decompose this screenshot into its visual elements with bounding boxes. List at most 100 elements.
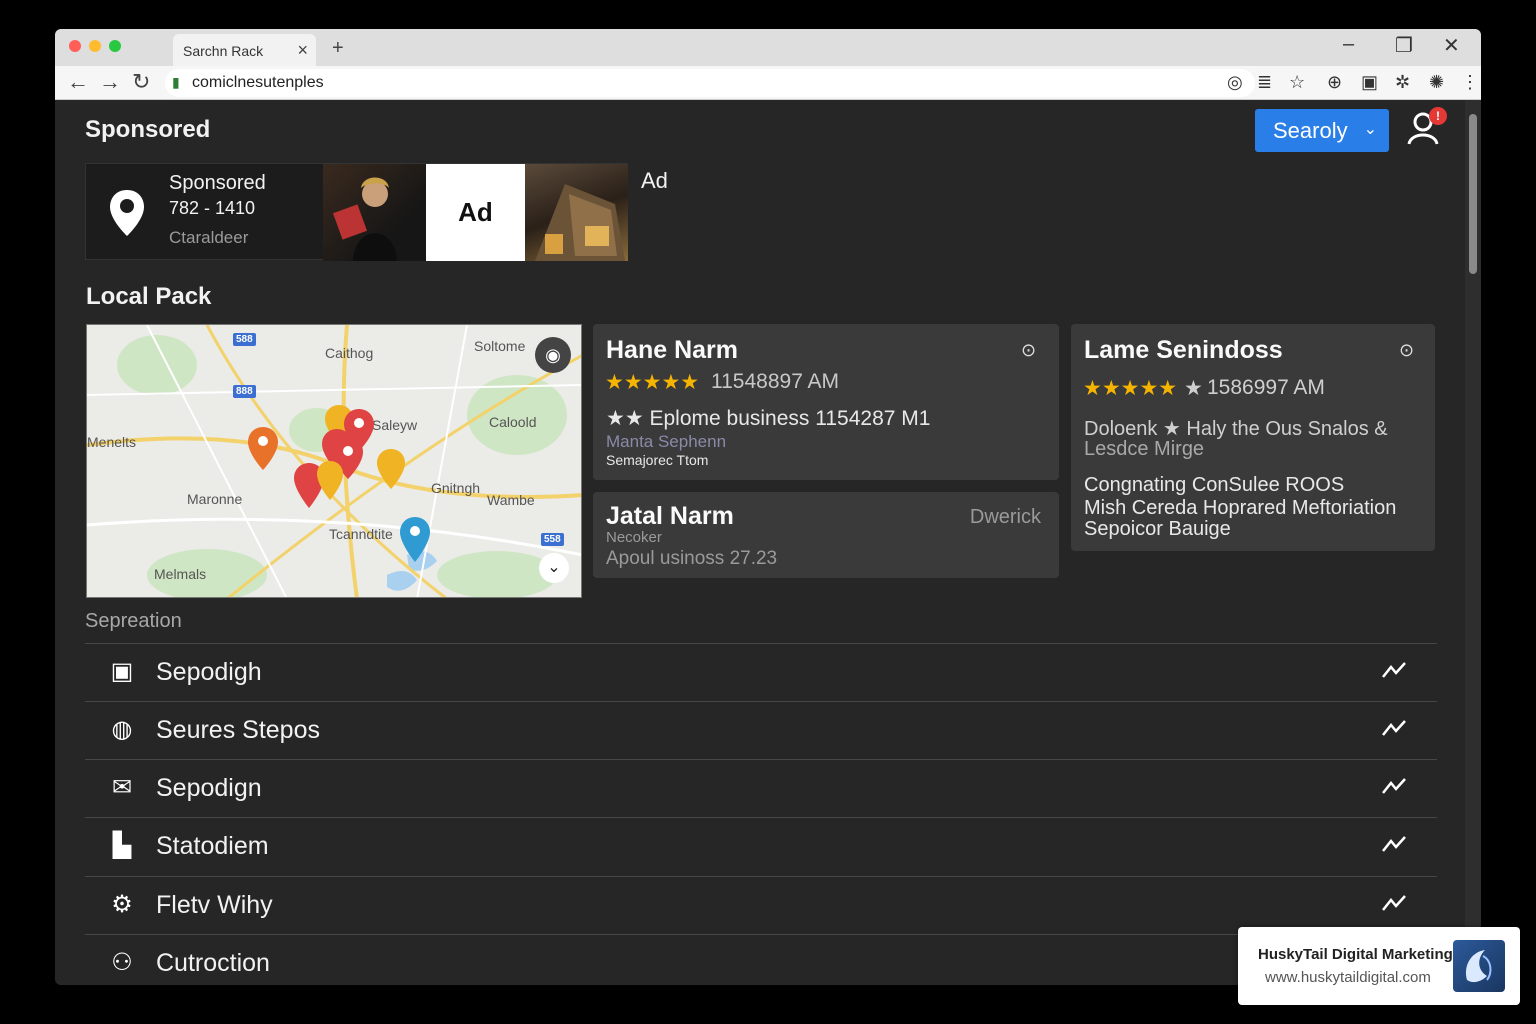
reader-icon[interactable]: ≣ [1257, 72, 1272, 93]
map-pin-icon [377, 449, 405, 489]
notification-badge[interactable]: ! [1429, 107, 1447, 125]
forward-icon[interactable]: → [99, 69, 121, 95]
magnify-icon[interactable]: ⊙ [1399, 340, 1414, 361]
listing-description: Mish Cereda Hoprared Meftoriation [1084, 497, 1397, 519]
magnify-icon[interactable]: ⊙ [1021, 340, 1036, 361]
locate-icon: ⌄ [547, 559, 561, 576]
title-bar: Sarchn Rack × + – ❐ ✕ [55, 29, 1481, 66]
sponsored-subtitle: Ctaraldeer [169, 228, 249, 247]
close-window-button[interactable]: ✕ [1443, 33, 1460, 58]
listing-detail: Apoul usinoss 27.23 [606, 548, 778, 569]
husky-logo-icon [1453, 940, 1505, 992]
site-info-icon[interactable]: ▮ [172, 74, 180, 91]
palette-icon: ◍ [111, 716, 133, 743]
list-item-label: Sepodigh [156, 658, 262, 686]
tab-close-icon[interactable]: × [297, 40, 308, 61]
listing-card[interactable]: Lame Senindoss ⊙ ★★★★★ ★ 1586997 AM Dolo… [1071, 324, 1435, 551]
bookmark-icon[interactable]: ☆ [1289, 72, 1305, 93]
ad-image-person[interactable] [323, 164, 426, 261]
building-icon: ▙ [112, 832, 132, 859]
tab-title: Sarchn Rack [183, 43, 264, 59]
extension-icon[interactable]: ⊕ [1327, 72, 1342, 93]
page-content: Sponsored Searoly ⌄ ! Sponsored 782 - 14… [55, 100, 1465, 985]
map-pin-icon [400, 517, 430, 562]
address-bar[interactable]: ▮ comiclnesutenples [165, 69, 1255, 97]
trend-icon[interactable] [1381, 893, 1407, 913]
list-item[interactable]: ⚇ Cutroction [85, 934, 1437, 985]
listing-name: Hane Narm [606, 336, 738, 364]
brand-url: www.huskytaildigital.com [1265, 969, 1431, 986]
listing-name: Jatal Narm [606, 502, 734, 530]
ad-tile[interactable]: Ad [426, 164, 525, 261]
brand-watermark: HuskyTail Digital Marketing www.huskytai… [1238, 927, 1520, 1005]
rating-text: 11548897 AM [711, 370, 840, 393]
list-item[interactable]: ▙ Statodiem [85, 817, 1437, 875]
list-item[interactable]: ◍ Seures Stepos [85, 701, 1437, 759]
rating-stars: ★★★★★ [605, 371, 700, 394]
building-photo-icon [535, 184, 625, 261]
search-button-label: Searoly [1273, 118, 1348, 143]
minimize-dot[interactable] [89, 40, 101, 52]
map-camera-button[interactable]: ◉ [535, 337, 571, 373]
chevron-down-icon: ⌄ [1363, 121, 1377, 138]
scrollbar-thumb[interactable] [1469, 114, 1477, 274]
reload-icon[interactable]: ↻ [132, 69, 150, 95]
sponsored-phone: 782 - 1410 [169, 198, 256, 218]
listing-note: Semajorec Ttom [606, 452, 709, 468]
map-pin-icon [248, 427, 278, 470]
map-pins [248, 405, 430, 562]
profile-icon[interactable]: ✺ [1429, 72, 1444, 93]
local-pack-title: Local Pack [86, 283, 212, 310]
people-icon: ⚇ [111, 949, 133, 976]
listing-description: Sepoicor Bauige [1084, 518, 1231, 540]
zoom-dot[interactable] [109, 40, 121, 52]
rating-extra-star: ★ [1184, 377, 1203, 400]
box-icon: ▣ [110, 658, 134, 685]
ad-marker: Ad [641, 168, 668, 193]
local-map[interactable]: Caithog Soltome Menelts Saleyw Caloold G… [86, 324, 582, 598]
list-item[interactable]: ⚙ Fletv Wihy [85, 876, 1437, 934]
close-dot[interactable] [69, 40, 81, 52]
trend-icon[interactable] [1381, 834, 1407, 854]
list-item-label: Seures Stepos [156, 716, 320, 744]
map-pin-icon [317, 461, 343, 500]
rating-stars: ★★★★★ [1083, 377, 1178, 400]
sponsored-card[interactable]: Sponsored 782 - 1410 Ctaraldeer Ad [85, 163, 628, 261]
gear-icon: ⚙ [111, 891, 133, 918]
window-icon[interactable]: ▣ [1361, 72, 1378, 93]
location-pin-icon [110, 190, 144, 236]
nav-bar: ← → ↻ ▮ comiclnesutenples ◎ ≣ ☆ ⊕ ▣ ✲ ✺ … [55, 66, 1481, 100]
restore-window-button[interactable]: ❐ [1395, 33, 1413, 58]
rating-text: 1586997 AM [1207, 376, 1325, 399]
mail-icon: ✉ [111, 774, 133, 801]
browser-tab[interactable]: Sarchn Rack × [173, 34, 316, 66]
listing-category: Necoker [606, 529, 662, 546]
listing-link[interactable]: Manta Sephenn [606, 432, 726, 452]
listing-detail: ★★ Eplome business 1154287 M1 [606, 407, 931, 430]
trend-icon[interactable] [1381, 776, 1407, 796]
minimize-window-button[interactable]: – [1343, 33, 1354, 56]
trend-icon[interactable] [1381, 660, 1407, 680]
listing-tag: Dwerick [969, 506, 1041, 528]
page-title: Sponsored [85, 116, 211, 143]
back-icon[interactable]: ← [67, 69, 89, 95]
trend-icon[interactable] [1381, 718, 1407, 738]
lens-icon[interactable]: ◎ [1227, 72, 1243, 93]
listing-description: Lesdce Mirge [1084, 438, 1205, 460]
scrollbar[interactable] [1465, 100, 1481, 985]
new-tab-button[interactable]: + [332, 37, 344, 60]
section-label: Sepreation [85, 610, 182, 632]
list-item-label: Cutroction [156, 949, 270, 977]
list-item[interactable]: ✉ Sepodign [85, 759, 1437, 817]
map-locate-button[interactable]: ⌄ [539, 553, 569, 583]
listing-card[interactable]: Hane Narm ⊙ ★★★★★ 11548897 AM ★★ Eplome … [593, 324, 1059, 480]
url-text[interactable]: comiclnesutenples [192, 74, 324, 92]
sponsored-label: Sponsored [169, 172, 266, 194]
listing-card[interactable]: Jatal Narm Dwerick Necoker Apoul usinoss… [593, 492, 1059, 578]
list-item-label: Sepodign [156, 774, 262, 802]
settings-icon[interactable]: ✲ [1395, 72, 1410, 93]
ad-image-building[interactable] [525, 164, 628, 261]
list-item[interactable]: ▣ Sepodigh [85, 643, 1437, 701]
search-dropdown-button[interactable]: Searoly ⌄ [1255, 109, 1389, 152]
menu-icon[interactable]: ⋮ [1461, 72, 1479, 93]
